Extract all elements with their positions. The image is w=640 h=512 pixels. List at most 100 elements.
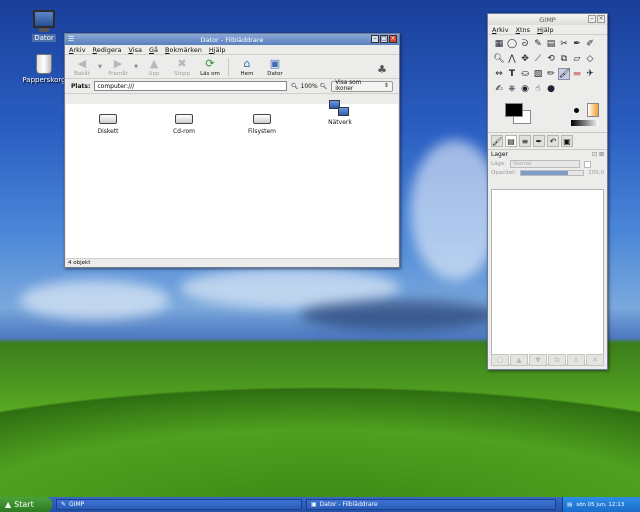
menu-bookmarks[interactable]: Bokmärken [165, 46, 202, 54]
paintbrush-icon[interactable]: 🖌︎ [558, 68, 570, 80]
raise-layer-button[interactable]: ▲ [510, 354, 528, 366]
window-titlebar[interactable]: ☰ Dator - Filbläddrare – □ × [65, 34, 399, 45]
view-mode-select[interactable]: Visa som ikoner ⇕ [331, 80, 393, 92]
back-history-dropdown[interactable]: ▼ [97, 64, 103, 77]
lower-layer-button[interactable]: ▼ [529, 354, 547, 366]
move-icon[interactable]: ✥ [519, 53, 531, 65]
blend-icon[interactable]: ▧ [532, 68, 544, 80]
menu-file[interactable]: Arkiv [69, 46, 86, 54]
task-gimp[interactable]: ✎ GIMP [56, 499, 302, 510]
menu-xtns[interactable]: Xtns [516, 26, 531, 34]
network-tray-icon[interactable]: ▤ [567, 502, 572, 508]
menu-view[interactable]: Visa [129, 46, 143, 54]
scale-icon[interactable]: ⧉ [558, 53, 570, 65]
eraser-icon[interactable]: ▬ [571, 68, 583, 80]
bucket-fill-icon[interactable]: ⛀ [519, 68, 531, 80]
tab-images[interactable]: ▣ [561, 135, 573, 147]
paths-icon[interactable]: ✒ [571, 38, 583, 50]
zoom-in-icon[interactable]: 🔍︎ [320, 83, 328, 90]
ink-icon[interactable]: ✍ [493, 83, 505, 95]
tab-tool-options[interactable]: 🖌︎ [491, 135, 503, 147]
convolve-icon[interactable]: ◉ [519, 83, 531, 95]
anchor-layer-button[interactable]: ⚓ [567, 354, 585, 366]
measure-icon[interactable]: ⋀ [506, 53, 518, 65]
forward-history-dropdown[interactable]: ▼ [133, 64, 139, 77]
close-button[interactable]: × [389, 35, 397, 43]
layers-list[interactable] [491, 189, 604, 365]
clone-icon[interactable]: ⎈ [506, 83, 518, 95]
dodge-burn-icon[interactable]: ● [545, 83, 557, 95]
item-network[interactable]: Nätverk [310, 100, 370, 126]
reload-button[interactable]: ⟳ Läs om [197, 57, 223, 78]
pencil-icon[interactable]: ✏ [545, 68, 557, 80]
new-layer-button[interactable]: ▢ [491, 354, 509, 366]
computer-icon [33, 10, 55, 28]
window-menu-icon[interactable]: ☰ [68, 35, 74, 43]
gradient-preview[interactable] [587, 103, 599, 117]
delete-layer-button[interactable]: ✕ [586, 354, 604, 366]
tab-channels[interactable]: ≡ [519, 135, 531, 147]
shear-icon[interactable]: ▱ [571, 53, 583, 65]
zoom-tool-icon[interactable]: 🔍︎ [493, 53, 505, 65]
opacity-value[interactable]: 100,0 [588, 170, 604, 176]
zoom-out-icon[interactable]: 🔍︎ [291, 83, 299, 90]
airbrush-icon[interactable]: ✈ [584, 68, 596, 80]
home-button[interactable]: ⌂ Hem [234, 57, 260, 78]
text-tool-icon[interactable]: T [506, 68, 518, 80]
location-input[interactable] [94, 81, 287, 91]
foreground-color-swatch[interactable] [505, 103, 523, 117]
color-area [493, 100, 602, 130]
menu-file[interactable]: Arkiv [492, 26, 509, 34]
brush-preview[interactable] [569, 103, 583, 117]
window-titlebar[interactable]: GIMP – × [488, 14, 607, 25]
item-floppy[interactable]: Diskett [78, 114, 138, 135]
item-filesystem[interactable]: Filsystem [232, 114, 292, 135]
start-label: Start [14, 500, 34, 509]
task-file-manager[interactable]: ▣ Dator - Filbläddrare [306, 499, 556, 510]
minimize-button[interactable]: – [588, 15, 596, 23]
close-button[interactable]: × [597, 15, 605, 23]
reload-icon: ⟳ [205, 57, 215, 70]
stop-button[interactable]: ✖ Stopp [169, 58, 195, 78]
perspective-icon[interactable]: ◇ [584, 53, 596, 65]
duplicate-layer-button[interactable]: ⧉ [548, 354, 566, 366]
scissors-icon[interactable]: ✂ [558, 38, 570, 50]
rotate-icon[interactable]: ⟲ [545, 53, 557, 65]
back-button[interactable]: ◀ Bakåt [69, 58, 95, 78]
forward-button[interactable]: ▶ Framåt [105, 58, 131, 78]
task-label: GIMP [69, 501, 85, 508]
lock-checkbox[interactable] [584, 160, 592, 168]
free-select-icon[interactable]: ᘐ [519, 38, 531, 50]
crop-icon[interactable]: ⟋ [532, 53, 544, 65]
item-cdrom[interactable]: Cd-rom [154, 114, 214, 135]
smudge-icon[interactable]: ☝ [532, 83, 544, 95]
zoom-level[interactable]: 100% [301, 83, 318, 90]
icon-view[interactable]: Diskett Cd-rom Filsystem Nätverk [66, 100, 398, 258]
menu-go[interactable]: Gå [149, 46, 158, 54]
menu-help[interactable]: Hjälp [209, 46, 226, 54]
menu-help[interactable]: Hjälp [537, 26, 554, 34]
menu-edit[interactable]: Redigera [93, 46, 122, 54]
ellipse-select-icon[interactable]: ◯ [506, 38, 518, 50]
tab-paths[interactable]: ✒ [533, 135, 545, 147]
mode-select[interactable]: Normal [510, 160, 581, 168]
maximize-button[interactable]: □ [380, 35, 388, 43]
computer-button[interactable]: ▣ Dator [262, 58, 288, 78]
clock[interactable]: sön 05 jun, 12:13 [576, 502, 624, 508]
dock-menu-icon[interactable]: ⊡ ⊠ [592, 151, 604, 158]
up-button[interactable]: ▲ Upp [141, 58, 167, 78]
minimize-button[interactable]: – [371, 35, 379, 43]
item-label: Cd-rom [172, 128, 195, 135]
network-icon [329, 100, 351, 118]
tab-layers[interactable]: ▤ [505, 135, 517, 147]
rect-select-icon[interactable]: ▦ [493, 38, 505, 50]
flip-icon[interactable]: ⇔ [493, 68, 505, 80]
home-icon: ⌂ [243, 57, 251, 70]
start-button[interactable]: ▲ Start [0, 497, 52, 512]
fuzzy-select-icon[interactable]: ✎ [532, 38, 544, 50]
color-select-icon[interactable]: ▤ [545, 38, 557, 50]
color-picker-icon[interactable]: ✐ [584, 38, 596, 50]
opacity-slider[interactable] [520, 170, 585, 176]
tab-undo[interactable]: ↶ [547, 135, 559, 147]
pattern-preview[interactable] [571, 120, 599, 126]
